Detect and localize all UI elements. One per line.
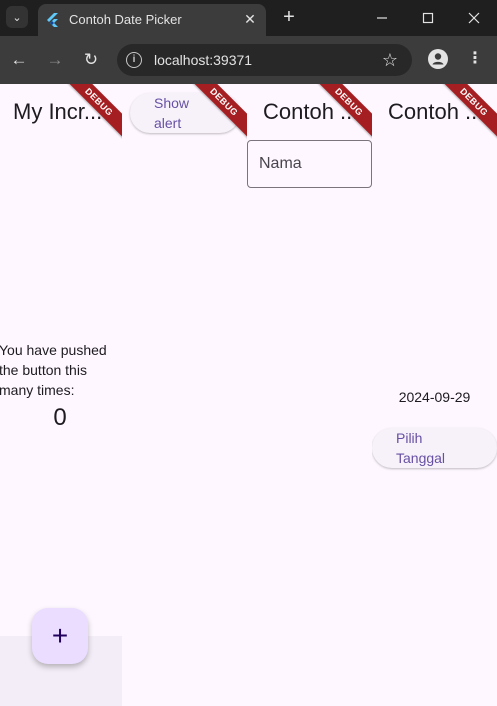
alert-app-pane: Show alert DEBUG: [122, 84, 247, 706]
pick-date-button[interactable]: Pilih Tanggal: [372, 428, 497, 468]
tab-title: Contoh Date Picker: [69, 12, 182, 27]
counter-app-pane: My Incr... You have pushed the button th…: [0, 84, 122, 706]
name-placeholder: Nama: [259, 155, 302, 172]
textfield-app-pane: Contoh ... Nama DEBUG: [247, 84, 372, 706]
selected-date: 2024-09-29: [398, 389, 471, 405]
pick-date-label: Pilih Tanggal: [396, 430, 446, 466]
chevron-down-icon: ⌄: [12, 11, 22, 24]
tab-search-button[interactable]: ⌄: [6, 6, 28, 28]
tab-close-icon[interactable]: ✕: [240, 9, 260, 29]
arrow-left-icon: ←: [10, 50, 28, 69]
window-maximize-button[interactable]: [405, 0, 451, 36]
reload-button[interactable]: ↻: [79, 48, 103, 72]
window-close-button[interactable]: [451, 0, 497, 36]
new-tab-button[interactable]: +: [279, 6, 299, 28]
arrow-right-icon: →: [46, 50, 64, 69]
forward-button[interactable]: →: [43, 48, 67, 72]
browser-tab-strip: ⌄ Contoh Date Picker ✕ +: [0, 0, 497, 36]
flutter-logo-icon: [47, 13, 58, 27]
profile-icon[interactable]: [428, 49, 448, 69]
reload-icon: ↻: [83, 50, 99, 69]
increment-fab-button[interactable]: +: [32, 608, 88, 664]
browser-tab-active[interactable]: Contoh Date Picker ✕: [38, 4, 266, 36]
browser-toolbar: ← → ↻ i localhost:39371 ☆: [0, 36, 497, 84]
datepicker-app-pane: Contoh ... 2024-09-29 Pilih Tanggal DEBU…: [372, 84, 497, 706]
show-alert-label: Show alert: [154, 95, 190, 131]
counter-description: You have pushed the button this many tim…: [0, 342, 107, 398]
minimize-icon: [377, 17, 387, 19]
maximize-icon: [422, 12, 434, 24]
url-text[interactable]: localhost:39371: [154, 52, 252, 68]
window-minimize-button[interactable]: [359, 0, 405, 36]
back-button[interactable]: ←: [7, 48, 31, 72]
close-icon: [468, 12, 480, 24]
plus-icon: +: [51, 620, 69, 651]
address-bar[interactable]: i localhost:39371 ☆: [117, 44, 412, 76]
name-input[interactable]: Nama: [247, 140, 372, 188]
counter-value: 0: [53, 404, 67, 431]
site-info-icon[interactable]: i: [126, 52, 142, 68]
kebab-menu-icon[interactable]: ⋮: [467, 50, 483, 68]
bookmark-star-icon[interactable]: ☆: [382, 50, 398, 71]
